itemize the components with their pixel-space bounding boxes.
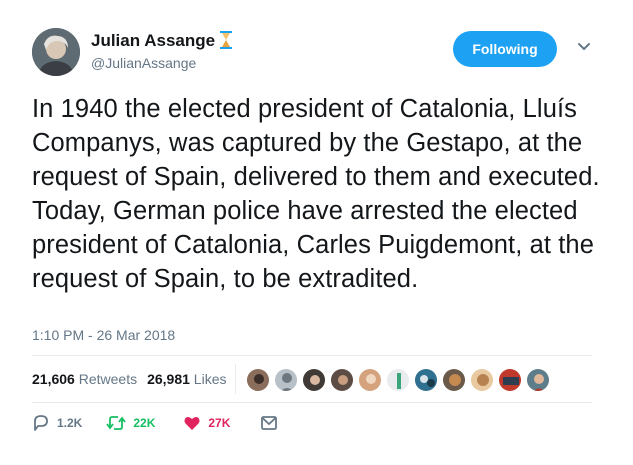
like-count: 27K <box>208 416 231 430</box>
following-button[interactable]: Following <box>453 31 557 67</box>
liker-avatar[interactable] <box>330 368 354 392</box>
heart-icon <box>184 416 200 430</box>
divider <box>32 402 592 403</box>
stats-separator <box>235 364 236 394</box>
liker-avatar[interactable] <box>302 368 326 392</box>
retweet-count: 22K <box>133 416 156 430</box>
tweet-actions: 1.2K 22K 27K <box>32 414 278 432</box>
author-name[interactable]: Julian Assange <box>91 31 215 51</box>
tweet-text: In 1940 the elected president of Catalon… <box>32 95 600 293</box>
engagement-stats: 21,606 Retweets 26,981 Likes <box>32 371 229 387</box>
reply-icon <box>34 415 48 431</box>
likes-count: 26,981 <box>147 371 190 387</box>
liker-avatar[interactable] <box>414 368 438 392</box>
likes-stat[interactable]: 26,981 Likes <box>147 371 226 387</box>
author-handle[interactable]: @JulianAssange <box>91 55 196 71</box>
retweet-icon <box>106 416 127 430</box>
liker-avatar[interactable] <box>274 368 298 392</box>
reply-count: 1.2K <box>57 416 83 430</box>
likes-label: Likes <box>193 371 227 387</box>
retweet-button[interactable]: 22K <box>106 414 155 432</box>
retweets-count: 21,606 <box>32 371 75 387</box>
liker-avatar[interactable] <box>246 368 270 392</box>
hourglass-icon <box>220 31 232 49</box>
reply-button[interactable]: 1.2K <box>32 414 82 432</box>
liker-avatars <box>246 368 550 392</box>
direct-message-button[interactable] <box>260 415 278 431</box>
liker-avatar[interactable] <box>358 368 382 392</box>
tweet-card: Julian Assange @JulianAssange Following … <box>0 0 633 465</box>
liker-avatar[interactable] <box>526 368 550 392</box>
tweet-timestamp[interactable]: 1:10 PM - 26 Mar 2018 <box>32 327 175 343</box>
liker-avatar[interactable] <box>498 368 522 392</box>
liker-avatar[interactable] <box>470 368 494 392</box>
retweets-stat[interactable]: 21,606 Retweets <box>32 371 137 387</box>
author-avatar[interactable] <box>32 28 80 76</box>
liker-avatar[interactable] <box>442 368 466 392</box>
liker-avatar[interactable] <box>386 368 410 392</box>
like-button[interactable]: 27K <box>183 414 230 432</box>
retweets-label: Retweets <box>78 371 138 387</box>
divider <box>32 355 592 356</box>
chevron-down-icon[interactable] <box>577 42 591 52</box>
envelope-icon <box>261 416 278 430</box>
